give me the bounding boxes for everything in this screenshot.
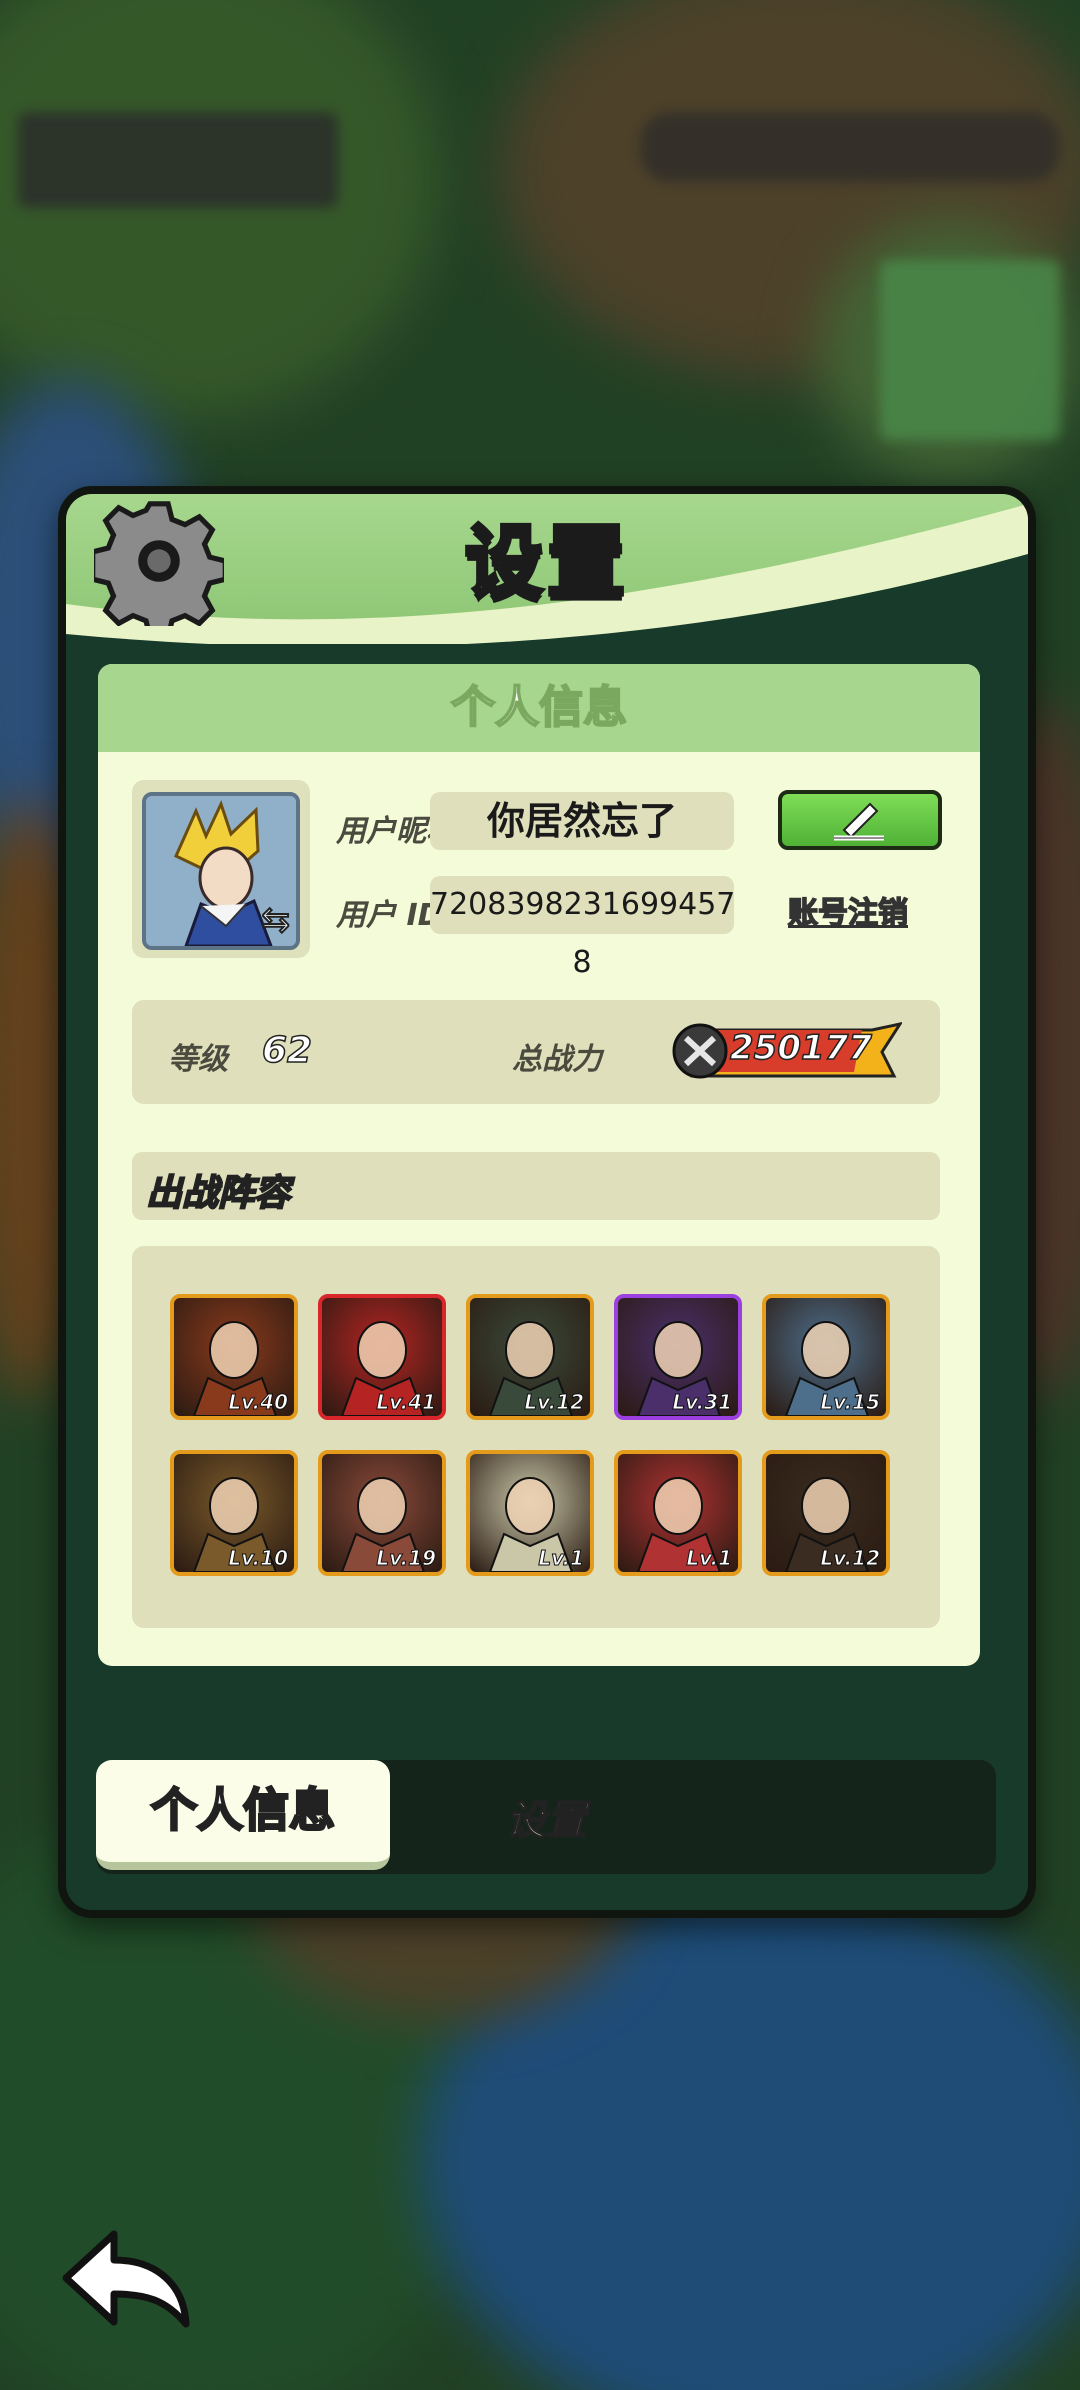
- dialog-title: 设置: [463, 516, 629, 610]
- hero-card[interactable]: Lv.12: [762, 1450, 890, 1576]
- power-badge: 250177: [672, 1022, 902, 1080]
- hero-card[interactable]: Lv.10: [170, 1450, 298, 1576]
- cancel-account-link[interactable]: 账号注销: [787, 888, 909, 932]
- hero-level: Lv.41: [376, 1390, 437, 1415]
- dialog-header: 设置: [66, 494, 1028, 644]
- level-value: 62: [261, 1029, 313, 1072]
- hero-level: Lv.31: [672, 1390, 733, 1415]
- hero-card[interactable]: Lv.41: [318, 1294, 446, 1420]
- section-header: 个人信息: [98, 664, 980, 752]
- stats-row: 等级 62 总战力 250177: [132, 1000, 940, 1104]
- hero-card[interactable]: Lv.31: [614, 1294, 742, 1420]
- level-label: 等级: [168, 1042, 228, 1077]
- swap-icon[interactable]: ⇆: [261, 899, 291, 941]
- hero-level: Lv.40: [228, 1390, 289, 1415]
- avatar[interactable]: ⇆: [142, 792, 300, 950]
- avatar-frame[interactable]: ⇆: [132, 780, 310, 958]
- user-id-value: 7208398231699457​8: [430, 876, 735, 980]
- minimap: [880, 260, 1060, 440]
- hero-lineup-grid: Lv.40 Lv.41 Lv.12 Lv.31 Lv.15 Lv.10 Lv.19 Lv.1 L…: [132, 1246, 940, 1628]
- hero-card[interactable]: Lv.19: [318, 1450, 446, 1576]
- hero-level: Lv.10: [228, 1546, 289, 1571]
- power-label: 总战力: [512, 1042, 602, 1077]
- tab-settings[interactable]: 设置: [505, 1788, 587, 1846]
- lineup-header: 出战阵容: [132, 1152, 940, 1220]
- hero-card[interactable]: Lv.12: [466, 1294, 594, 1420]
- hero-level: Lv.19: [376, 1546, 437, 1571]
- hero-level: Lv.1: [686, 1546, 733, 1571]
- hero-card[interactable]: Lv.1: [466, 1450, 594, 1576]
- user-id-label: 用户 ID: [336, 898, 443, 933]
- top-hud: [18, 112, 338, 208]
- pencil-icon: [834, 802, 884, 841]
- hero-card[interactable]: Lv.1: [614, 1450, 742, 1576]
- tab-bar: 个人信息 设置: [96, 1760, 996, 1874]
- currency-bar: [640, 112, 1060, 182]
- tab-personal-info[interactable]: 个人信息: [96, 1760, 390, 1870]
- edit-nickname-button[interactable]: [778, 790, 942, 850]
- personal-info-panel: 个人信息 ⇆ 用户昵称 你居然忘了 用户 ID 7208398231699457…: [98, 664, 980, 1666]
- hero-card[interactable]: Lv.40: [170, 1294, 298, 1420]
- lineup-title: 出战阵容: [145, 1172, 291, 1215]
- settings-dialog: 设置 个人信息 ⇆ 用户昵称 你居然忘了 用户 ID 7208398231699…: [58, 486, 1036, 1918]
- hero-level: Lv.12: [524, 1390, 585, 1415]
- hero-card[interactable]: Lv.15: [762, 1294, 890, 1420]
- hero-level: Lv.15: [820, 1390, 881, 1415]
- nickname-value: 你居然忘了: [430, 792, 734, 850]
- hero-level: Lv.12: [820, 1546, 881, 1571]
- power-value: 250177: [729, 1027, 872, 1069]
- hero-level: Lv.1: [538, 1546, 585, 1571]
- back-arrow-icon[interactable]: [56, 2226, 196, 2336]
